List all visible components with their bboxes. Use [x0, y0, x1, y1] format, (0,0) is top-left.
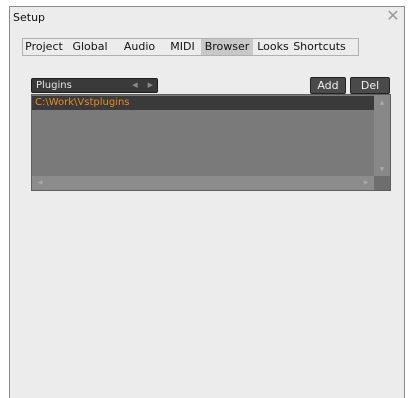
scroll-left-icon[interactable]: ◀: [34, 176, 46, 190]
chevron-left-icon[interactable]: ◀: [132, 79, 137, 92]
del-button[interactable]: Del: [350, 77, 390, 94]
tab-looks[interactable]: Looks: [253, 39, 293, 55]
list-item[interactable]: C:\Work\Vstplugins: [32, 96, 374, 110]
tab-browser[interactable]: Browser: [201, 39, 253, 55]
scrollbar-corner: [374, 176, 390, 190]
title-bar: Setup ✕: [10, 7, 404, 27]
location-select-value: Plugins: [36, 80, 72, 91]
chevron-right-icon[interactable]: ▶: [148, 79, 153, 92]
vertical-scrollbar[interactable]: ▲ ▼: [374, 95, 390, 177]
tab-project[interactable]: Project: [23, 39, 65, 55]
tab-global[interactable]: Global: [65, 39, 115, 55]
setup-window: Setup ✕ Project Global Audio MIDI Browse…: [9, 6, 405, 398]
add-button[interactable]: Add: [310, 77, 346, 94]
plugin-path-list[interactable]: C:\Work\Vstplugins ▲ ▼ ◀ ▶: [31, 94, 391, 191]
scroll-down-icon[interactable]: ▼: [374, 165, 390, 175]
scroll-up-icon[interactable]: ▲: [374, 98, 390, 108]
location-select-arrows: ◀ ▶: [132, 79, 153, 92]
tab-audio[interactable]: Audio: [115, 39, 164, 55]
tab-bar: Project Global Audio MIDI Browser Looks …: [22, 38, 359, 56]
scroll-right-icon[interactable]: ▶: [360, 176, 372, 190]
window-title: Setup: [13, 11, 46, 24]
tab-shortcuts[interactable]: Shortcuts: [293, 39, 346, 55]
location-select[interactable]: Plugins ◀ ▶: [31, 78, 158, 93]
tab-midi[interactable]: MIDI: [164, 39, 201, 55]
horizontal-scrollbar[interactable]: ◀ ▶: [32, 176, 374, 190]
close-icon[interactable]: ✕: [386, 8, 400, 24]
